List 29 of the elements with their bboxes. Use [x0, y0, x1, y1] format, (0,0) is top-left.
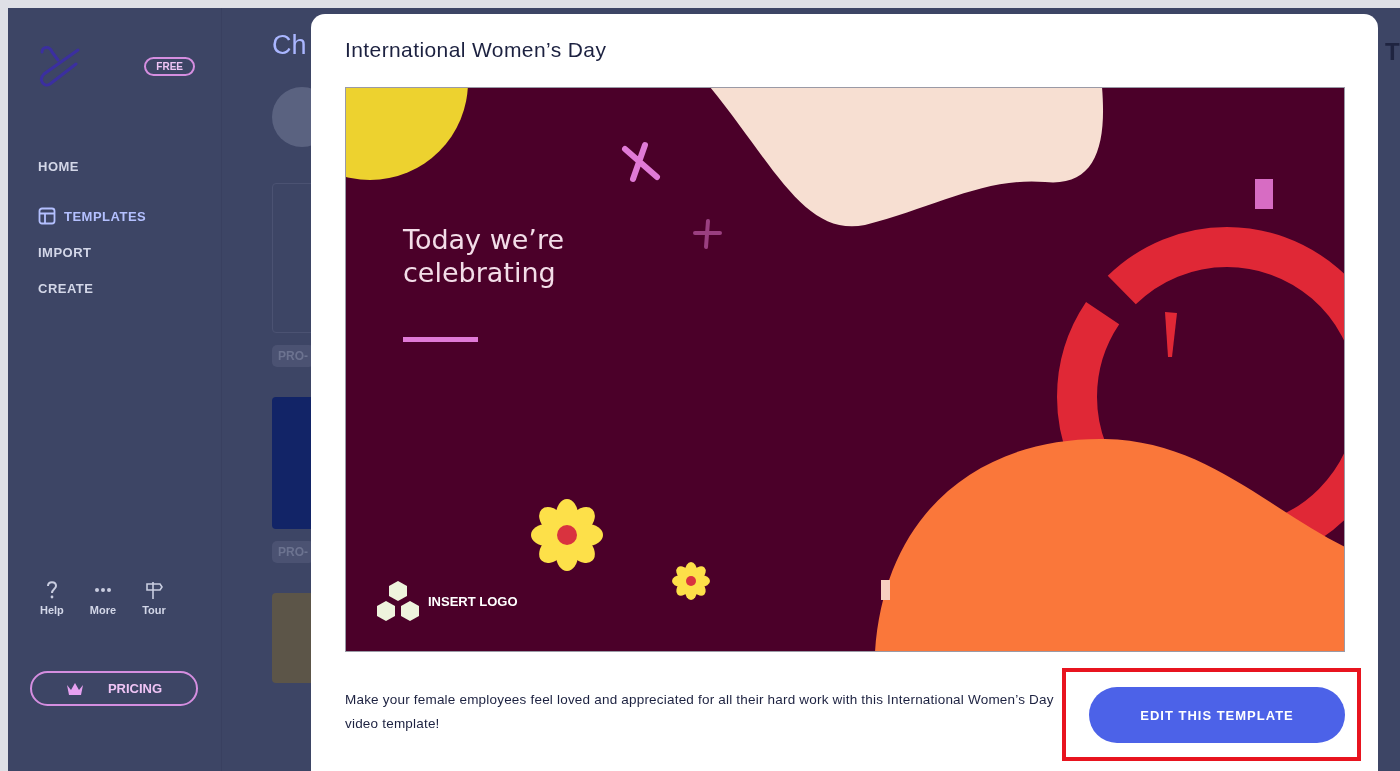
flower-icon [672, 562, 710, 600]
plus-icon [693, 219, 722, 249]
utility-link[interactable]: Help [40, 580, 64, 616]
crown-icon [65, 681, 84, 696]
template-description: Make your female employees feel loved and appreciated for all their hard work with this International Women’s Day video template! [345, 691, 1055, 733]
pricing-button[interactable]: PRICING [30, 671, 198, 706]
spark-shape [1165, 312, 1177, 357]
plan-badge: FREE [144, 56, 195, 76]
utility-link[interactable]: More [89, 580, 117, 616]
page-heading: Ch [272, 30, 307, 61]
logo-placeholder-label: INSERT LOGO [428, 594, 518, 609]
hexagons-icon [377, 581, 419, 621]
confetti-shape [881, 580, 890, 600]
nav-item[interactable]: HOME [38, 148, 221, 184]
slide-headline: Today we’re celebrating [403, 224, 565, 288]
question-mark-icon [44, 580, 59, 600]
logo-icon[interactable] [38, 44, 82, 88]
edit-template-button[interactable]: EDIT THIS TEMPLATE [1089, 687, 1345, 743]
more-icon [95, 588, 111, 592]
cross-icon [622, 142, 660, 182]
nav-item[interactable]: CREATE [38, 270, 221, 306]
nav-item[interactable]: TEMPLATES [38, 198, 221, 234]
utility-link[interactable]: Tour [142, 580, 166, 616]
layout-icon [38, 207, 56, 225]
flower-icon [531, 499, 603, 571]
signpost-icon [143, 580, 164, 600]
modal-title: International Women’s Day [345, 38, 608, 62]
nav-item[interactable]: IMPORT [38, 234, 221, 270]
confetti-shape [1255, 179, 1273, 209]
